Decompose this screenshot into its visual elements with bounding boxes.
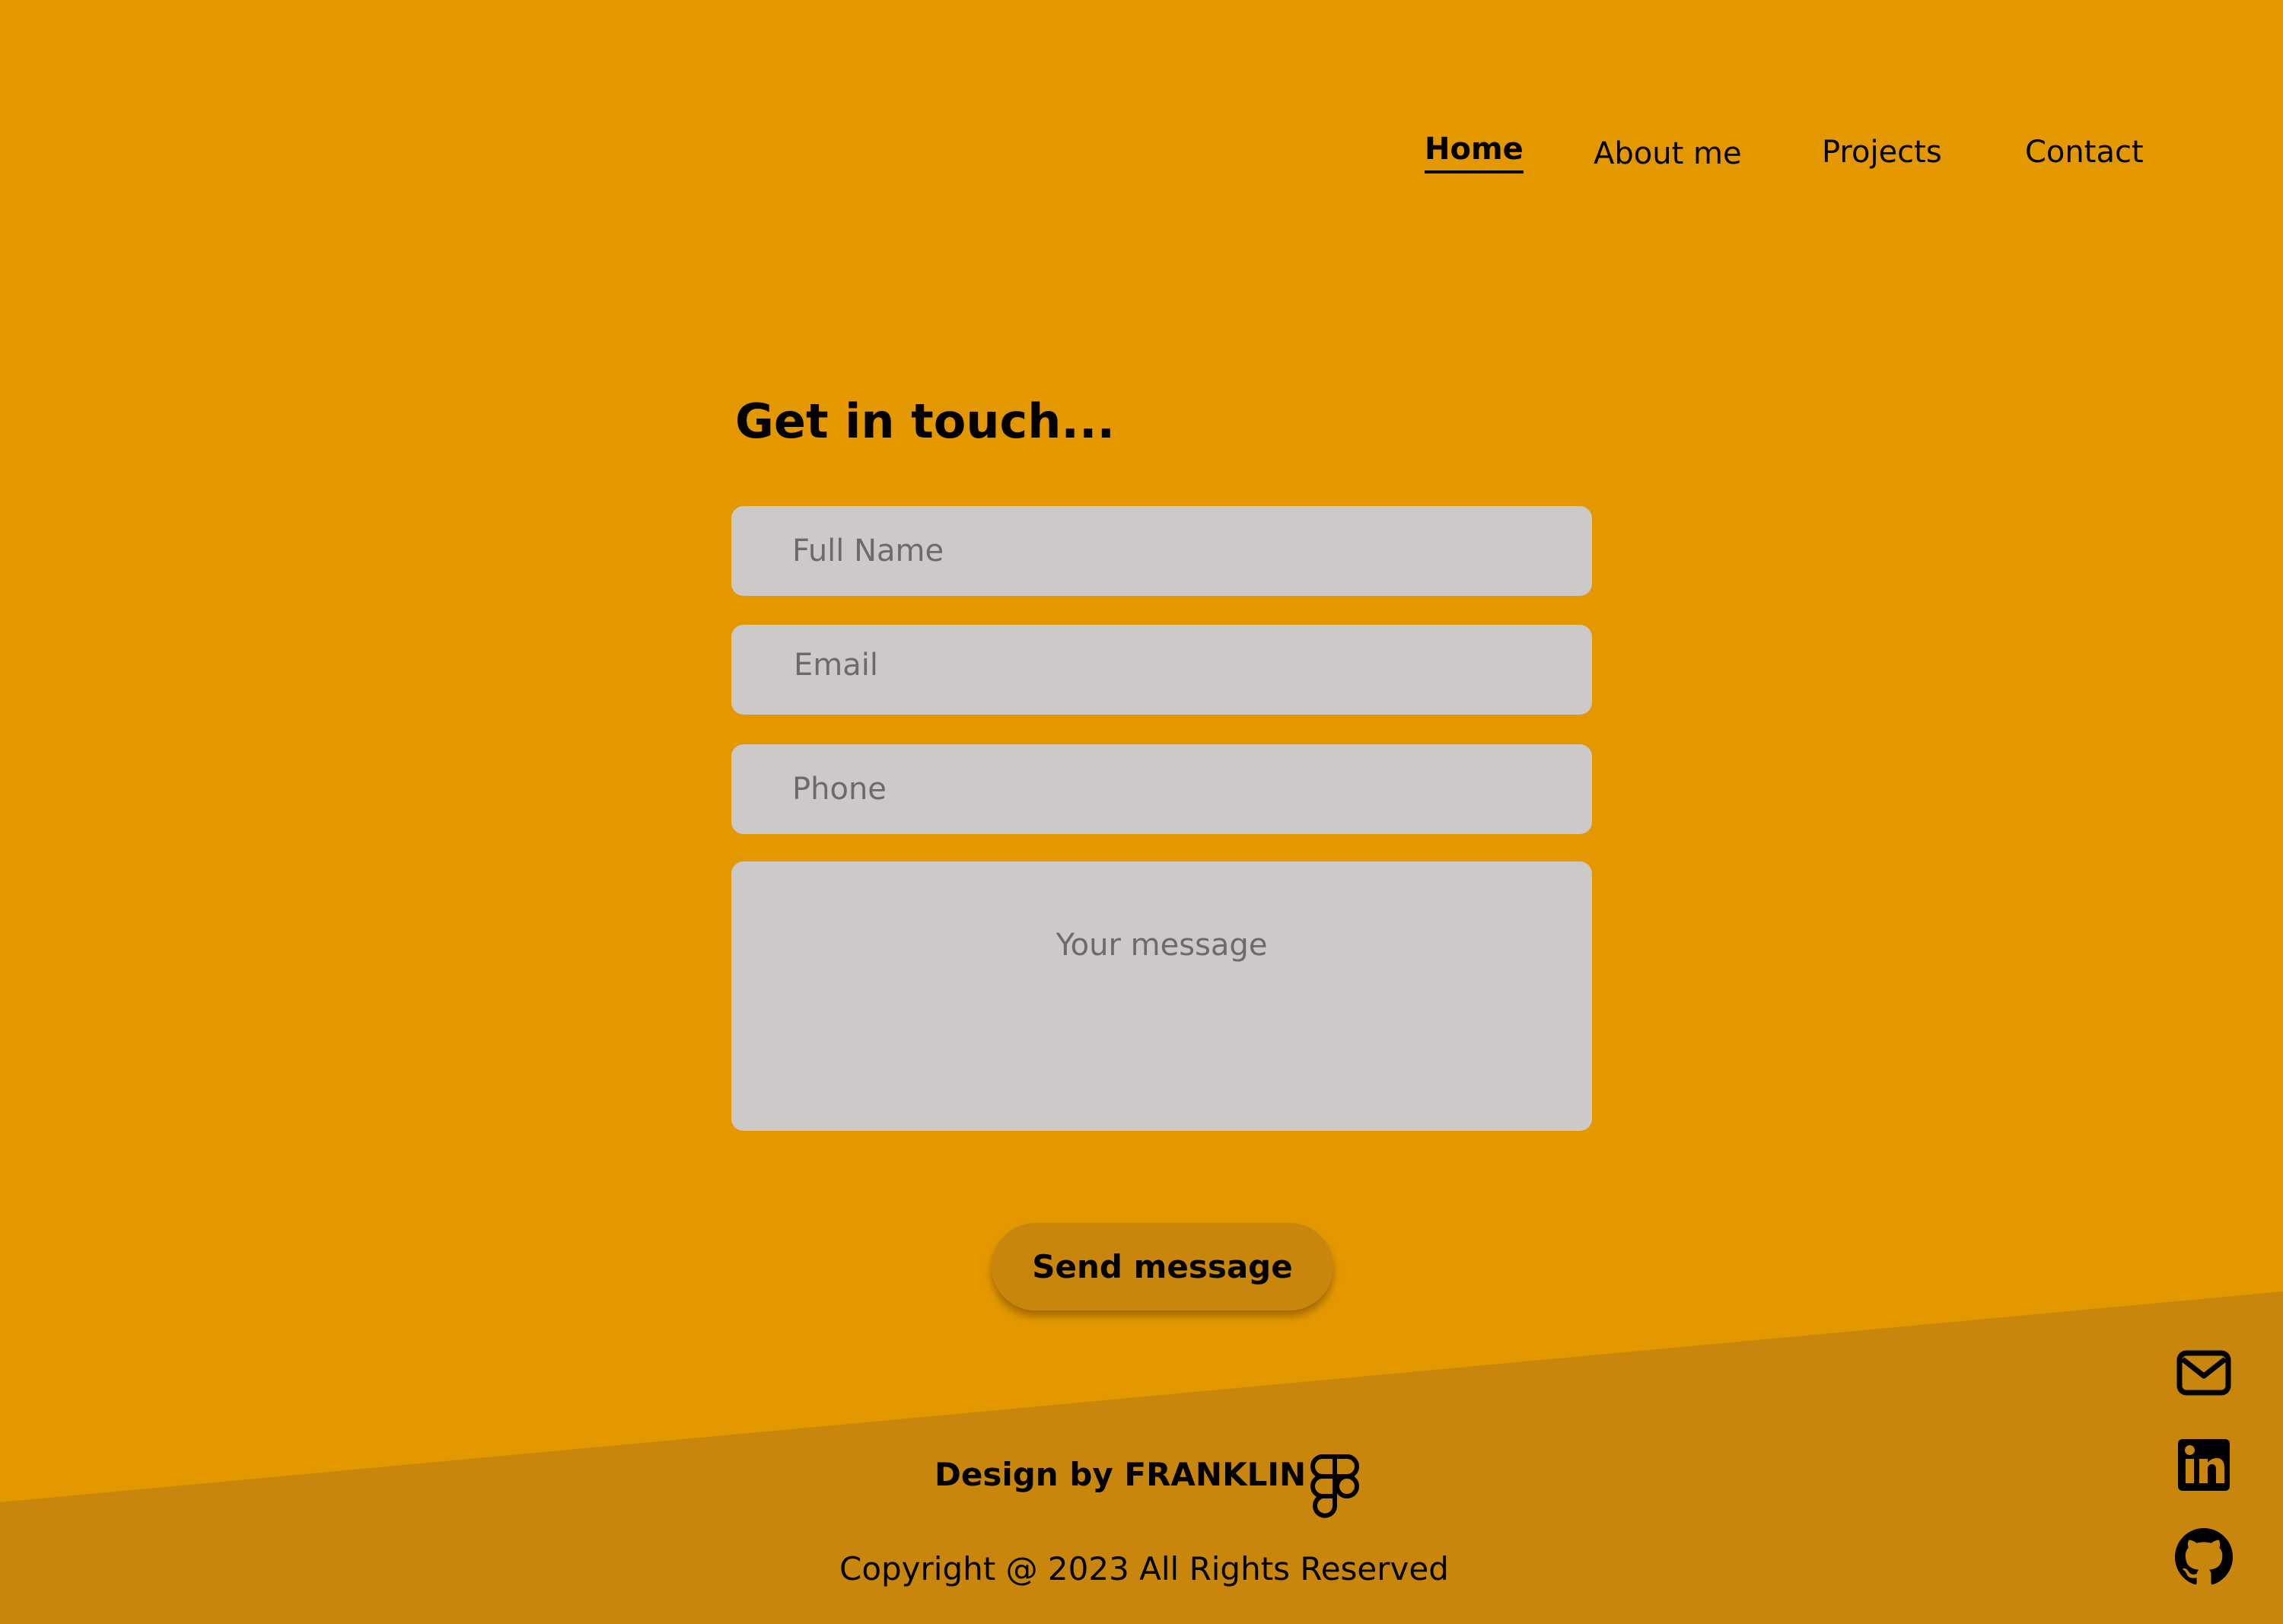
- github-icon[interactable]: [2175, 1528, 2233, 1586]
- figma-icon: [1307, 1454, 1362, 1524]
- nav-projects-link[interactable]: Projects: [1822, 128, 1942, 177]
- copyright-text: Copyright @ 2023 All Rights Reserved: [839, 1550, 1449, 1587]
- nav-contact-link[interactable]: Contact: [2025, 128, 2144, 177]
- design-credit: Design by FRANKLIN: [935, 1456, 1307, 1493]
- phone-input[interactable]: [731, 744, 1592, 834]
- email-input[interactable]: [731, 625, 1592, 715]
- full-name-input[interactable]: [731, 506, 1592, 596]
- nav-about-link[interactable]: About me: [1594, 129, 1742, 178]
- send-message-button[interactable]: Send message: [992, 1223, 1333, 1310]
- page-title: Get in touch...: [735, 393, 1116, 449]
- message-textarea[interactable]: [731, 861, 1592, 1131]
- nav-home-link[interactable]: Home: [1425, 128, 1524, 174]
- mail-icon[interactable]: [2175, 1344, 2233, 1402]
- linkedin-icon[interactable]: [2175, 1436, 2233, 1494]
